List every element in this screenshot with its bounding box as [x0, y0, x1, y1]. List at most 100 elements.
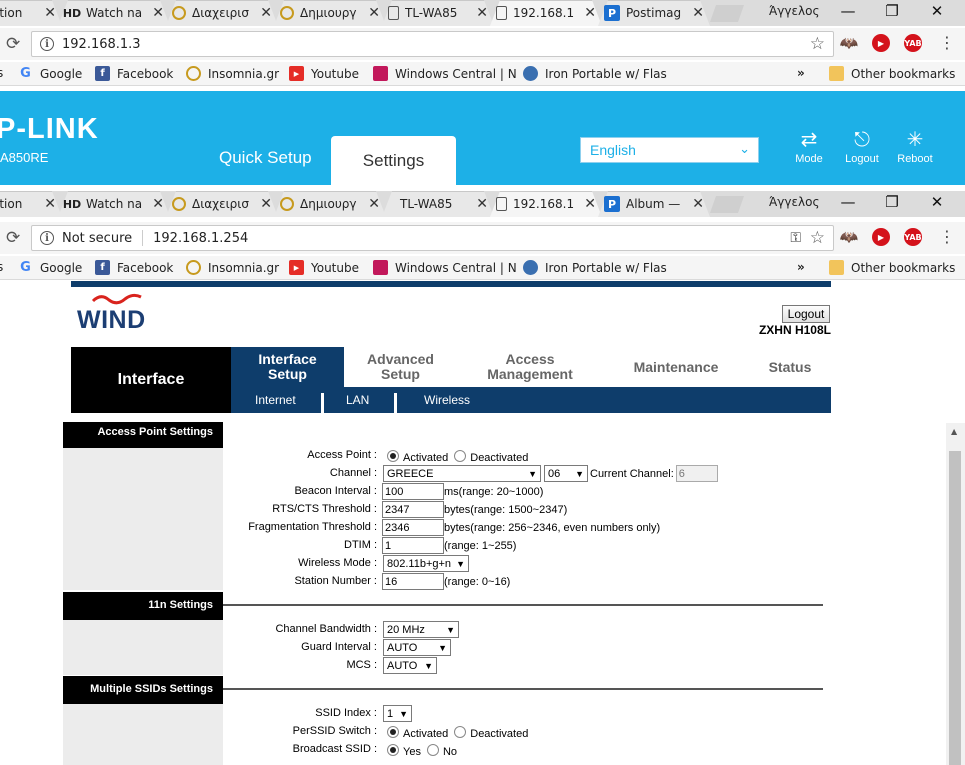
bookmark-facebook[interactable]: f Facebook — [95, 260, 173, 275]
key-icon[interactable]: ⚿ — [790, 230, 801, 246]
close-tab-icon[interactable]: ✕ — [692, 5, 704, 21]
bookmark-google[interactable]: G Google — [18, 260, 82, 275]
info-icon[interactable]: i — [40, 231, 54, 245]
bookmark-youtube[interactable]: ▶ Youtube — [289, 260, 359, 275]
bookmark-google[interactable]: G Google — [18, 66, 82, 81]
close-window-icon[interactable]: ✕ — [922, 2, 952, 20]
close-tab-icon[interactable]: ✕ — [584, 196, 596, 212]
subtab-lan[interactable]: LAN — [346, 393, 369, 407]
extension-play-icon[interactable]: ▶ — [872, 228, 890, 246]
minimize-icon[interactable]: — — [833, 193, 863, 211]
perssid-deactivated-radio[interactable] — [454, 726, 467, 738]
address-bar[interactable]: i 192.168.1.3 ☆ — [31, 31, 834, 57]
bookmark-iron-portable[interactable]: Iron Portable w/ Flas — [523, 260, 667, 275]
access-point-activated-radio[interactable] — [387, 450, 399, 462]
close-tab-icon[interactable]: ✕ — [692, 196, 704, 212]
browser-tab-active[interactable]: 192.168.1 ✕ — [490, 0, 602, 26]
broadcast-yes-radio[interactable] — [387, 744, 399, 756]
mcs-select[interactable]: AUTO ▼ — [383, 657, 437, 674]
bookmark-star-icon[interactable]: ☆ — [810, 228, 825, 248]
logout-button[interactable]: Logout — [782, 305, 830, 323]
bookmark-windows-central[interactable]: Windows Central | N — [373, 260, 517, 275]
bookmark-youtube[interactable]: ▶ Youtube — [289, 66, 359, 81]
reload-icon[interactable]: ⟳ — [6, 34, 20, 54]
fragmentation-threshold-input[interactable]: 2346 — [382, 519, 444, 536]
close-tab-icon[interactable]: ✕ — [476, 196, 488, 212]
tab-advanced-setup[interactable]: Advanced Setup — [344, 347, 457, 387]
close-tab-icon[interactable]: ✕ — [368, 196, 380, 212]
browser-tab[interactable]: Διαχειρισ ✕ — [166, 191, 278, 217]
subtab-internet[interactable]: Internet — [255, 393, 296, 407]
restore-icon[interactable]: ❐ — [877, 2, 907, 20]
close-tab-icon[interactable]: ✕ — [584, 5, 596, 21]
browser-tab[interactable]: P Album — ✕ — [598, 191, 710, 217]
rts-threshold-input[interactable]: 2347 — [382, 501, 444, 518]
vertical-scrollbar[interactable]: ▲ — [946, 423, 965, 765]
bookmark-insomnia[interactable]: Insomnia.gr — [186, 260, 279, 275]
bookmarks-overflow-icon[interactable]: » — [797, 66, 805, 80]
logout-button[interactable]: ⎋ Logout — [840, 129, 884, 165]
close-tab-icon[interactable]: ✕ — [476, 5, 488, 21]
more-menu-icon[interactable]: ⋮ — [939, 227, 955, 246]
extension-bat-icon[interactable]: 🦇 — [840, 34, 859, 52]
mode-button[interactable]: ⇄ Mode — [787, 129, 831, 165]
channel-number-select[interactable]: 06 ▼ — [544, 465, 588, 482]
close-tab-icon[interactable]: ✕ — [152, 196, 164, 212]
address-bar[interactable]: i Not secure 192.168.1.254 ⚿ ☆ — [31, 225, 834, 251]
close-tab-icon[interactable]: ✕ — [260, 196, 272, 212]
bookmark-insomnia[interactable]: Insomnia.gr — [186, 66, 279, 81]
reload-icon[interactable]: ⟳ — [6, 228, 20, 248]
language-select[interactable]: English ⌄ — [580, 137, 759, 163]
security-label[interactable]: Not secure — [62, 231, 132, 246]
bookmark-iron-portable[interactable]: Iron Portable w/ Flas — [523, 66, 667, 81]
browser-tab[interactable]: TL-WA85 ✕ — [382, 0, 494, 26]
tab-maintenance[interactable]: Maintenance — [603, 347, 749, 387]
close-window-icon[interactable]: ✕ — [922, 193, 952, 211]
ssid-index-select[interactable]: 1 ▼ — [383, 705, 412, 722]
scrollbar-thumb[interactable] — [949, 451, 961, 765]
browser-tab-active[interactable]: 192.168.1 ✕ — [490, 191, 602, 217]
tab-interface-setup[interactable]: Interface Setup — [231, 347, 344, 387]
bookmark-windows-central[interactable]: Windows Central | N — [373, 66, 517, 81]
minimize-icon[interactable]: — — [833, 2, 863, 20]
new-tab-button[interactable] — [710, 196, 744, 213]
browser-tab[interactable]: HD Watch na ✕ — [58, 191, 170, 217]
browser-tab[interactable]: ation✕ — [0, 0, 62, 26]
dtim-input[interactable]: 1 — [382, 537, 444, 554]
bookmark-facebook[interactable]: f Facebook — [95, 66, 173, 81]
close-tab-icon[interactable]: ✕ — [152, 5, 164, 21]
close-tab-icon[interactable]: ✕ — [44, 196, 56, 212]
close-tab-icon[interactable]: ✕ — [44, 5, 56, 21]
new-tab-button[interactable] — [710, 5, 744, 22]
reboot-button[interactable]: ✳ Reboot — [893, 129, 937, 165]
tab-status[interactable]: Status — [749, 347, 831, 387]
quick-setup-tab[interactable]: Quick Setup — [219, 148, 312, 168]
channel-region-select[interactable]: GREECE ▼ — [383, 465, 541, 482]
tab-access-management[interactable]: Access Management — [457, 347, 603, 387]
close-tab-icon[interactable]: ✕ — [260, 5, 272, 21]
browser-tab[interactable]: Δημιουργ ✕ — [274, 191, 386, 217]
info-icon[interactable]: i — [40, 37, 54, 51]
beacon-interval-input[interactable]: 100 — [382, 483, 444, 500]
more-menu-icon[interactable]: ⋮ — [939, 33, 955, 52]
browser-tab[interactable]: Δημιουργ ✕ — [274, 0, 386, 26]
scroll-up-icon[interactable]: ▲ — [951, 427, 957, 436]
station-number-input[interactable]: 16 — [382, 573, 444, 590]
extension-yab-icon[interactable]: YAB — [904, 34, 922, 52]
wireless-mode-select[interactable]: 802.11b+g+n ▼ — [383, 555, 469, 572]
settings-tab[interactable]: Settings — [331, 136, 456, 185]
browser-tab[interactable]: P Postimag ✕ — [598, 0, 710, 26]
guard-interval-select[interactable]: AUTO ▼ — [383, 639, 451, 656]
bookmark-other[interactable]: Other bookmarks — [829, 260, 955, 275]
browser-tab[interactable]: TL-WA85 ✕ — [382, 191, 494, 217]
channel-bandwidth-select[interactable]: 20 MHz ▼ — [383, 621, 459, 638]
browser-tab[interactable]: Διαχειρισ ✕ — [166, 0, 278, 26]
bookmarks-overflow-icon[interactable]: » — [797, 260, 805, 274]
perssid-activated-radio[interactable] — [387, 726, 399, 738]
bookmark-star-icon[interactable]: ☆ — [810, 34, 825, 54]
close-tab-icon[interactable]: ✕ — [368, 5, 380, 21]
broadcast-no-radio[interactable] — [426, 744, 439, 756]
browser-tab[interactable]: ation✕ — [0, 191, 62, 217]
subtab-wireless[interactable]: Wireless — [424, 393, 470, 407]
access-point-deactivated-radio[interactable] — [454, 450, 467, 462]
